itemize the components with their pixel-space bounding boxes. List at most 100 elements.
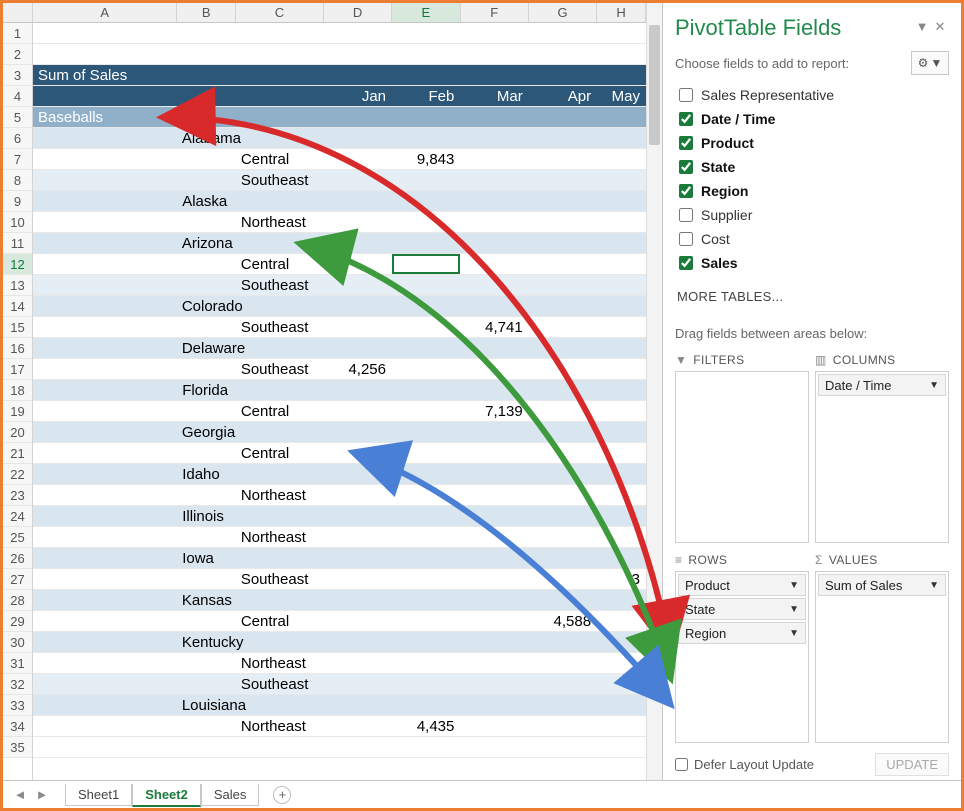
table-row[interactable]: Southeast xyxy=(33,275,646,296)
cell[interactable] xyxy=(461,233,529,253)
cell[interactable] xyxy=(392,212,460,232)
cell[interactable] xyxy=(460,737,528,757)
column-header-H[interactable]: H xyxy=(597,3,646,22)
cell[interactable] xyxy=(324,506,392,526)
cell[interactable] xyxy=(597,107,646,127)
cell[interactable] xyxy=(177,653,236,673)
cell[interactable] xyxy=(236,506,324,526)
cell[interactable] xyxy=(324,65,392,85)
table-row[interactable]: Northeast xyxy=(33,527,646,548)
chevron-down-icon[interactable]: ▼ xyxy=(929,380,939,391)
cell[interactable] xyxy=(324,380,392,400)
field-checkbox[interactable] xyxy=(679,160,693,174)
cell[interactable] xyxy=(324,401,392,421)
cell[interactable] xyxy=(177,44,236,64)
cell[interactable] xyxy=(529,527,597,547)
cell[interactable] xyxy=(33,317,177,337)
cell[interactable] xyxy=(529,359,597,379)
cell[interactable] xyxy=(529,338,597,358)
cell[interactable] xyxy=(237,233,325,253)
defer-layout-checkbox[interactable] xyxy=(675,758,688,771)
cell[interactable] xyxy=(33,380,177,400)
state-label[interactable]: Delaware xyxy=(177,338,237,358)
cell[interactable] xyxy=(324,191,392,211)
row-header[interactable]: 4 xyxy=(3,86,32,107)
row-header[interactable]: 30 xyxy=(3,632,32,653)
field-item[interactable]: Cost xyxy=(675,227,949,251)
column-header-A[interactable]: A xyxy=(33,3,177,22)
cell[interactable] xyxy=(177,485,236,505)
field-checkbox[interactable] xyxy=(679,88,693,102)
cell[interactable] xyxy=(33,191,177,211)
columns-dropzone[interactable]: Date / Time▼ xyxy=(815,371,949,543)
region-label[interactable]: Southeast xyxy=(236,569,324,589)
table-row[interactable]: Alaska xyxy=(33,191,646,212)
cell[interactable] xyxy=(460,611,528,631)
row-header[interactable]: 12 xyxy=(3,254,32,275)
sheet-tab[interactable]: Sales xyxy=(201,784,260,806)
cell[interactable] xyxy=(529,317,597,337)
cell[interactable] xyxy=(460,149,528,169)
row-header[interactable]: 19 xyxy=(3,401,32,422)
region-label[interactable]: Southeast xyxy=(236,359,324,379)
cell[interactable] xyxy=(597,737,646,757)
pane-menu-icon[interactable]: ▼ xyxy=(913,19,931,37)
cell[interactable] xyxy=(393,128,461,148)
cell[interactable] xyxy=(237,338,325,358)
cell[interactable] xyxy=(324,212,392,232)
cell[interactable] xyxy=(33,233,177,253)
row-header[interactable]: 5 xyxy=(3,107,32,128)
field-chip[interactable]: Product▼ xyxy=(678,574,806,596)
cell[interactable] xyxy=(177,107,236,127)
cell[interactable] xyxy=(33,422,177,442)
row-header[interactable]: 8 xyxy=(3,170,32,191)
cell[interactable] xyxy=(460,65,528,85)
row-header[interactable]: 25 xyxy=(3,527,32,548)
table-row[interactable]: JanFebMarAprMay xyxy=(33,86,646,107)
cell[interactable] xyxy=(33,128,177,148)
table-row[interactable]: Arizona xyxy=(33,233,646,254)
cell[interactable] xyxy=(597,632,646,652)
cell[interactable] xyxy=(177,65,236,85)
region-label[interactable]: Central xyxy=(236,149,324,169)
cell[interactable] xyxy=(460,254,528,274)
cell[interactable] xyxy=(461,632,529,652)
region-label[interactable]: Southeast xyxy=(236,674,324,694)
row-header[interactable]: 33 xyxy=(3,695,32,716)
cell[interactable] xyxy=(324,611,392,631)
table-row[interactable]: Illinois xyxy=(33,506,646,527)
cell[interactable] xyxy=(392,23,460,43)
row-header[interactable]: 15 xyxy=(3,317,32,338)
column-header-C[interactable]: C xyxy=(236,3,324,22)
cell[interactable] xyxy=(597,527,646,547)
cell[interactable] xyxy=(33,611,177,631)
table-row[interactable]: Central7,139 xyxy=(33,401,646,422)
cell[interactable] xyxy=(33,44,177,64)
cell[interactable] xyxy=(597,548,646,568)
value-cell[interactable]: 4,256 xyxy=(324,359,392,379)
chevron-down-icon[interactable]: ▼ xyxy=(789,628,799,639)
tab-nav-prev[interactable]: ◄ xyxy=(11,787,29,802)
cell[interactable] xyxy=(597,653,646,673)
cell[interactable] xyxy=(33,23,177,43)
more-tables-link[interactable]: MORE TABLES... xyxy=(675,285,949,314)
cell[interactable] xyxy=(324,590,392,610)
cell[interactable] xyxy=(597,44,646,64)
table-row[interactable] xyxy=(33,44,646,65)
cell[interactable] xyxy=(177,716,236,736)
cell[interactable] xyxy=(529,233,597,253)
cell[interactable] xyxy=(33,695,177,715)
cell[interactable] xyxy=(393,422,461,442)
table-row[interactable]: Southeast xyxy=(33,674,646,695)
cell[interactable] xyxy=(33,86,177,106)
cell[interactable] xyxy=(237,695,325,715)
cell[interactable] xyxy=(237,128,325,148)
cell[interactable] xyxy=(177,611,236,631)
region-label[interactable]: Northeast xyxy=(236,716,324,736)
cell[interactable] xyxy=(177,317,236,337)
region-label[interactable]: Southeast xyxy=(236,317,324,337)
cell[interactable] xyxy=(33,443,177,463)
cell[interactable] xyxy=(393,296,461,316)
table-row[interactable]: Sum of Sales xyxy=(33,65,646,86)
vertical-scrollbar[interactable] xyxy=(646,3,662,780)
